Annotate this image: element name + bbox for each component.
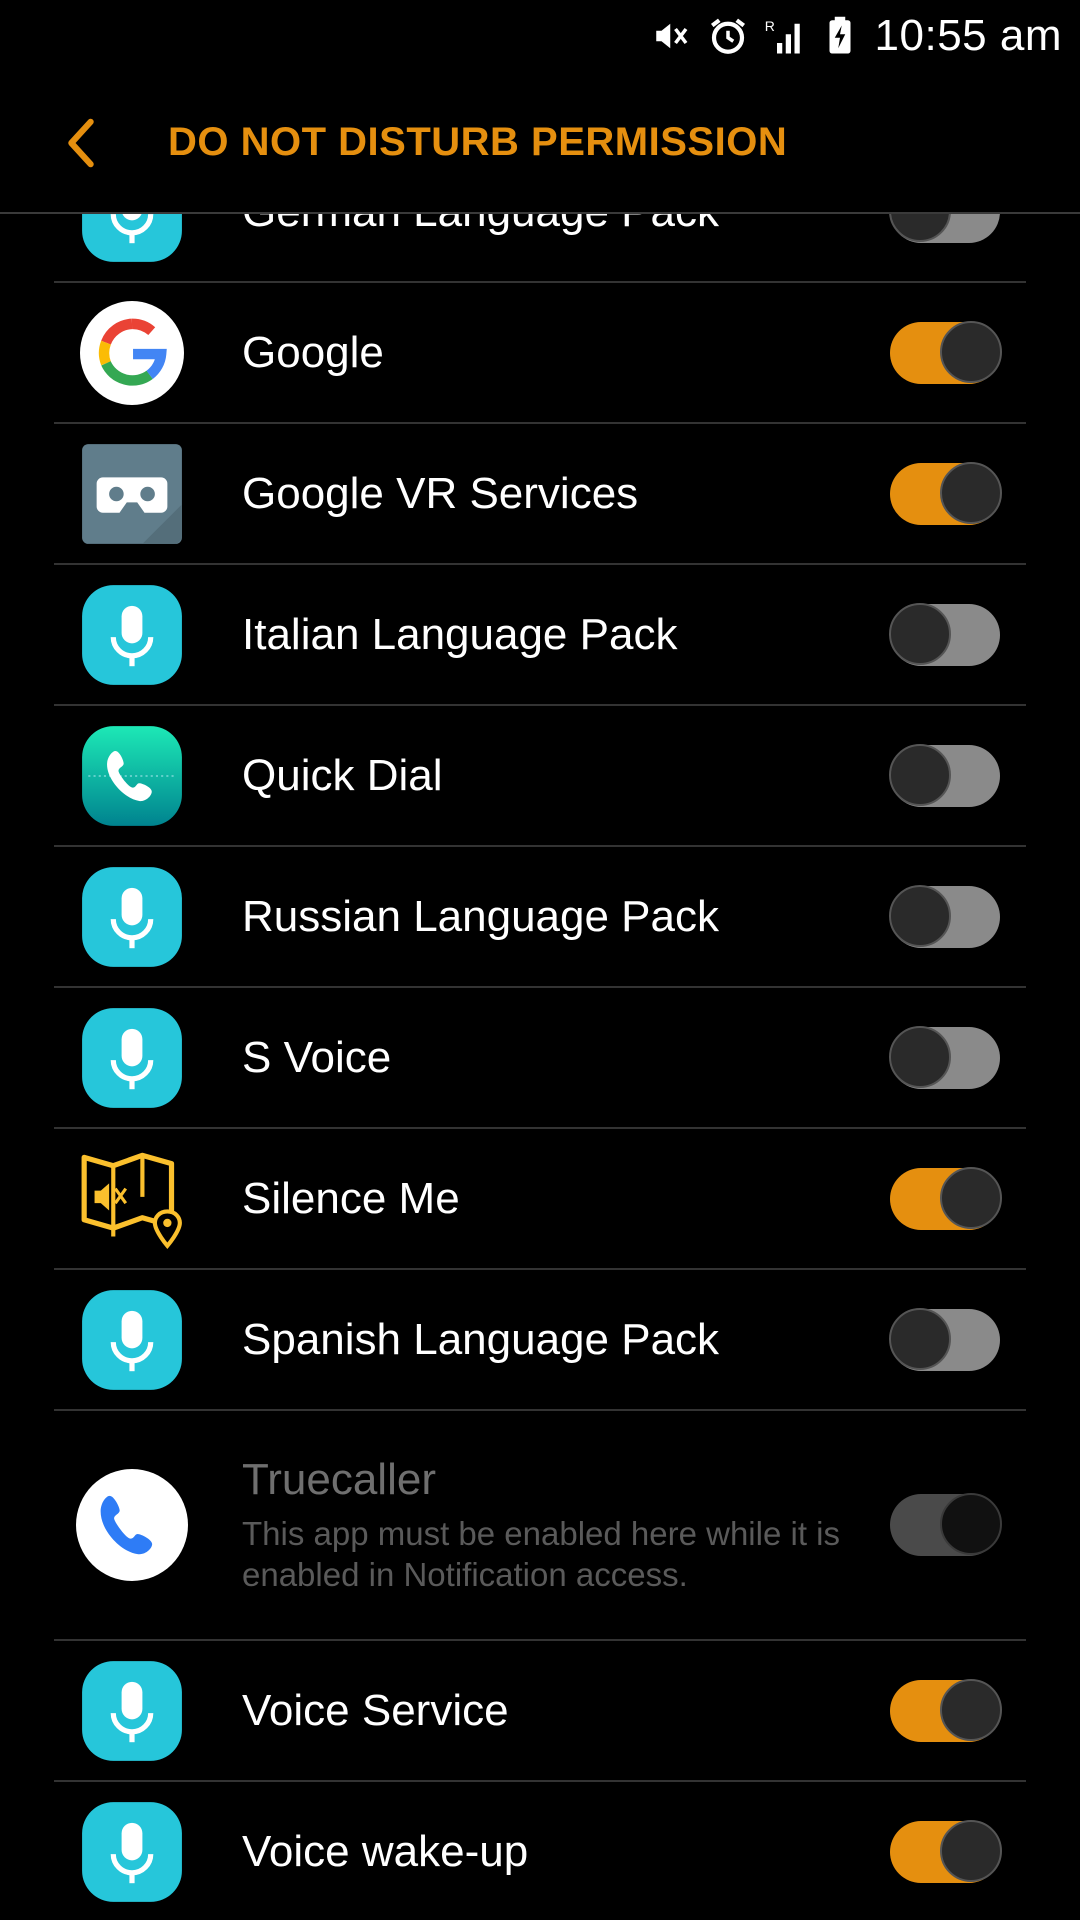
map-mute-icon [81,1152,182,1249]
toggle-thumb [889,1307,951,1370]
toggle-switch-disabled [890,1493,1002,1556]
status-time: 10:55 am [874,11,1062,60]
toggle-thumb [889,602,951,665]
list-item-voice-wake-up[interactable]: Voice wake-up [54,1782,1026,1920]
list-item-text: Google VR Services [242,469,856,519]
list-item-text: Truecaller This app must be enabled here… [242,1455,856,1595]
app-name: Russian Language Pack [242,891,719,941]
list-item-text: Google [242,328,856,378]
status-bar: R 10:55 am [0,0,1080,72]
toggle-thumb [889,1025,951,1088]
list-item-text: Voice wake-up [242,1827,856,1877]
list-item-italian-language-pack[interactable]: Italian Language Pack [54,565,1026,706]
back-button[interactable] [48,110,114,176]
toggle-switch-off[interactable] [889,743,1000,807]
app-name: German Language Pack [242,214,856,237]
list-item-spanish-language-pack[interactable]: Spanish Language Pack [54,1270,1026,1411]
app-description: This app must be enabled here while it i… [242,1515,840,1593]
app-name: Spanish Language Pack [242,1314,720,1364]
app-name: Quick Dial [242,750,443,800]
voice-mic-icon [82,584,182,685]
app-name: Voice wake-up [242,1826,529,1876]
list-item-voice-service[interactable]: Voice Service [54,1641,1026,1782]
toggle-switch-on[interactable] [890,1819,1002,1883]
app-name: Google [242,327,384,377]
toggle-switch-off[interactable] [889,214,1000,243]
list-item-text: Russian Language Pack [242,892,856,942]
truecaller-phone-icon [76,1469,188,1581]
list-item-german-language-pack[interactable]: German Language Pack [54,214,1026,283]
list-item-truecaller: Truecaller This app must be enabled here… [54,1411,1026,1641]
chevron-left-icon [68,118,94,168]
app-name: Voice Service [242,1685,509,1735]
toggle-switch-off[interactable] [889,1025,1000,1089]
voice-mic-icon [82,1801,182,1902]
list-item-text: Voice Service [242,1686,856,1736]
list-item-text: Quick Dial [242,751,856,801]
toggle-switch-off[interactable] [889,884,1000,948]
list-item-text: German Language Pack [242,214,856,237]
list-item-text: Italian Language Pack [242,610,856,660]
toggle-thumb [940,1678,1002,1741]
list-item-text: Silence Me [242,1174,856,1224]
list-item-google[interactable]: Google [54,283,1026,424]
vr-headset-icon [82,443,182,544]
app-list: German Language Pack Google [0,214,1080,1920]
toggle-thumb [940,461,1002,524]
toggle-switch-off[interactable] [889,602,1000,666]
toggle-switch-off[interactable] [889,1307,1000,1371]
toggle-thumb [889,884,951,947]
app-name: Google VR Services [242,468,639,518]
toggle-switch-on[interactable] [890,1166,1002,1230]
google-icon [80,300,184,405]
voice-mic-icon [82,214,182,262]
page-title: DO NOT DISTURB PERMISSION [168,120,788,164]
voice-mic-icon [82,866,182,967]
app-name: Truecaller [242,1455,436,1504]
list-item-silence-me[interactable]: Silence Me [54,1129,1026,1270]
svg-text:R: R [764,18,774,34]
app-name: Italian Language Pack [242,609,678,659]
vibrate-mute-icon [655,23,687,49]
phone-icon [82,725,182,826]
app-name: Silence Me [242,1173,460,1223]
signal-roaming-icon: R [764,18,800,54]
voice-mic-icon [82,1289,182,1390]
toggle-switch-on[interactable] [890,1678,1002,1742]
voice-mic-icon [82,1660,182,1761]
list-item-google-vr-services[interactable]: Google VR Services [54,424,1026,565]
app-header: DO NOT DISTURB PERMISSION [0,72,1080,214]
app-list-viewport[interactable]: German Language Pack Google [0,214,1080,1920]
toggle-thumb [940,1493,1002,1555]
list-item-quick-dial[interactable]: Quick Dial [54,706,1026,847]
status-icons: R 10:55 am [651,10,1062,62]
list-item-russian-language-pack[interactable]: Russian Language Pack [54,847,1026,988]
voice-mic-icon [82,1007,182,1108]
toggle-thumb [889,743,951,806]
list-item-text: S Voice [242,1033,856,1083]
list-item-text: Spanish Language Pack [242,1315,856,1365]
toggle-thumb [940,1166,1002,1229]
toggle-thumb [940,1819,1002,1882]
toggle-thumb [940,320,1002,383]
app-name: S Voice [242,1032,392,1082]
toggle-switch-on[interactable] [890,320,1002,384]
toggle-switch-on[interactable] [890,461,1002,525]
list-item-s-voice[interactable]: S Voice [54,988,1026,1129]
battery-charging-icon [829,16,851,54]
alarm-icon [710,18,745,54]
